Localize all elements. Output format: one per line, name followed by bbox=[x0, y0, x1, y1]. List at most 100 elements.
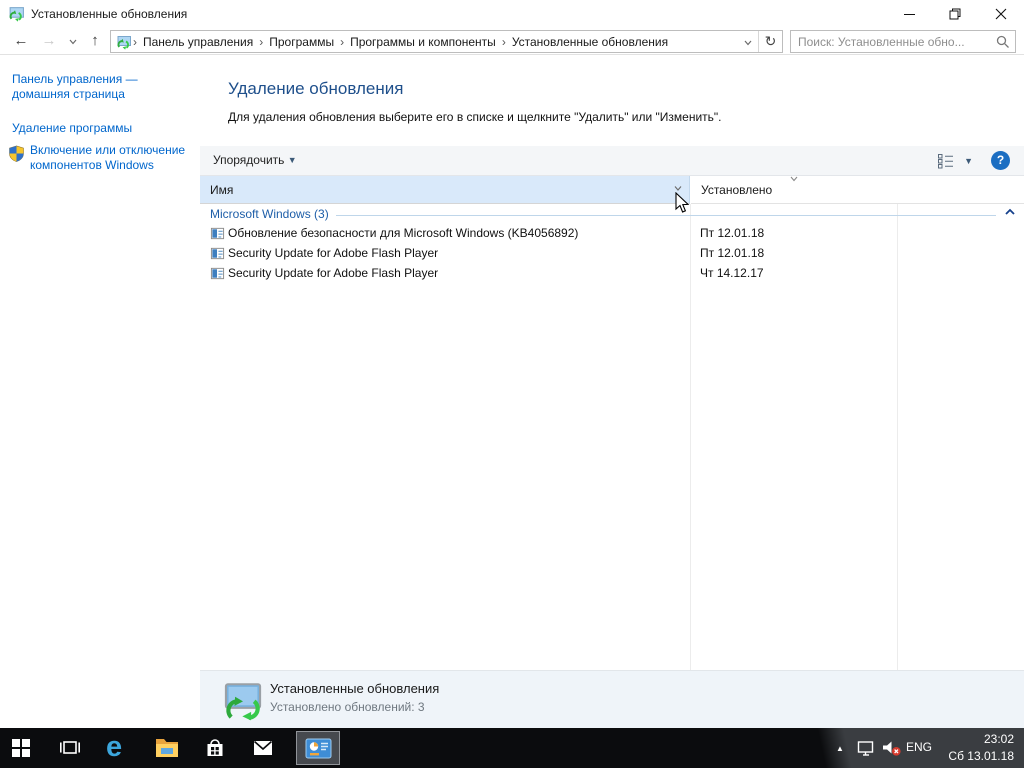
desktop-screen: Установленные обновления ← → ↑ › Панель … bbox=[0, 0, 1024, 768]
chevron-up-icon: ▲ bbox=[836, 744, 844, 753]
group-collapse-icon[interactable] bbox=[1004, 208, 1016, 216]
navigation-bar: ← → ↑ › Панель управления › Программы › … bbox=[0, 28, 1024, 55]
store-taskbar-button[interactable] bbox=[203, 736, 227, 760]
group-divider-line bbox=[336, 215, 996, 216]
restore-icon bbox=[949, 8, 961, 20]
update-name: Обновление безопасности для Microsoft Wi… bbox=[228, 226, 579, 240]
update-installed-date: Пт 12.01.18 bbox=[700, 226, 765, 240]
window-controls bbox=[886, 0, 1024, 28]
network-icon bbox=[857, 741, 874, 756]
update-row[interactable]: Security Update for Adobe Flash Player П… bbox=[200, 243, 894, 263]
update-installed-date: Чт 14.12.17 bbox=[700, 266, 764, 280]
column-label-name: Имя bbox=[210, 183, 234, 197]
view-options-dropdown[interactable]: ▼ bbox=[964, 156, 973, 166]
group-label: Microsoft Windows (3) bbox=[210, 207, 329, 221]
up-button[interactable]: ↑ bbox=[84, 30, 106, 52]
minimize-button[interactable] bbox=[886, 0, 932, 28]
windows-logo-icon bbox=[12, 739, 30, 757]
sidebar: Панель управления — домашняя страница Уд… bbox=[0, 55, 200, 728]
update-row[interactable]: Security Update for Adobe Flash Player Ч… bbox=[200, 263, 894, 283]
sidebar-item-windows-features[interactable]: Включение или отключение компонентов Win… bbox=[30, 143, 192, 173]
instruction-text: Для удаления обновления выберите его в с… bbox=[228, 110, 722, 124]
clock-date: Сб 13.01.18 bbox=[948, 749, 1014, 763]
network-tray-button[interactable] bbox=[856, 739, 876, 757]
search-icon[interactable] bbox=[996, 35, 1010, 49]
address-bar[interactable]: › Панель управления › Программы › Програ… bbox=[110, 30, 783, 53]
organize-label: Упорядочить bbox=[213, 153, 285, 167]
breadcrumb-control-panel[interactable]: Панель управления bbox=[138, 35, 258, 49]
titlebar: Установленные обновления bbox=[0, 0, 1024, 28]
search-input[interactable] bbox=[791, 31, 991, 52]
back-button[interactable]: ← bbox=[10, 30, 32, 52]
column-filter-chevron-icon[interactable] bbox=[673, 185, 683, 192]
installed-updates-large-icon bbox=[224, 683, 262, 721]
store-icon bbox=[207, 739, 223, 756]
clock-time: 23:02 bbox=[983, 732, 1014, 746]
file-explorer-icon bbox=[156, 739, 178, 757]
breadcrumb-location-icon bbox=[117, 35, 131, 50]
update-item-icon bbox=[210, 227, 225, 240]
task-view-button[interactable] bbox=[58, 737, 82, 759]
tray-show-hidden-button[interactable]: ▲ bbox=[836, 744, 844, 753]
address-dropdown-button[interactable] bbox=[738, 33, 758, 51]
group-header-microsoft-windows[interactable]: Microsoft Windows (3) bbox=[200, 205, 1024, 224]
update-installed-date: Пт 12.01.18 bbox=[700, 246, 765, 260]
update-name: Security Update for Adobe Flash Player bbox=[228, 266, 439, 280]
language-label: ENG bbox=[906, 740, 933, 754]
taskbar: e ▲ ENG 23:02 Сб 13.01.18 bbox=[0, 728, 1024, 768]
close-button[interactable] bbox=[978, 0, 1024, 28]
column-header-name[interactable]: Имя bbox=[200, 176, 690, 204]
details-view-icon[interactable] bbox=[937, 153, 955, 169]
details-subtitle: Установлено обновлений: 3 bbox=[270, 700, 425, 714]
column-header-empty bbox=[897, 176, 1024, 204]
update-item-icon bbox=[210, 267, 225, 280]
file-explorer-taskbar-button[interactable] bbox=[154, 736, 180, 758]
sidebar-item-control-panel-home[interactable]: Панель управления — домашняя страница bbox=[12, 72, 188, 102]
uac-shield-icon bbox=[9, 145, 24, 162]
chevron-down-icon bbox=[744, 40, 752, 45]
column-separator[interactable] bbox=[897, 204, 898, 670]
sort-descending-icon bbox=[790, 176, 798, 182]
installed-updates-icon bbox=[9, 7, 24, 22]
details-pane: Установленные обновления Установлено обн… bbox=[200, 670, 1024, 728]
breadcrumb-installed-updates[interactable]: Установленные обновления bbox=[507, 35, 673, 49]
volume-tray-button[interactable] bbox=[881, 740, 902, 757]
start-button[interactable] bbox=[12, 739, 30, 757]
organize-button[interactable]: Упорядочить ▼ bbox=[213, 153, 297, 167]
column-label-installed: Установлено bbox=[701, 183, 773, 197]
close-icon bbox=[995, 8, 1007, 20]
details-title: Установленные обновления bbox=[270, 681, 440, 696]
breadcrumb-programs[interactable]: Программы bbox=[264, 35, 339, 49]
chevron-down-icon bbox=[69, 39, 77, 45]
column-header-installed[interactable]: Установлено bbox=[691, 176, 897, 204]
clock[interactable]: 23:02 Сб 13.01.18 bbox=[948, 731, 1014, 765]
recent-pages-button[interactable] bbox=[62, 30, 84, 52]
chevron-down-icon: ▼ bbox=[287, 155, 297, 165]
sidebar-item-uninstall-program[interactable]: Удаление программы bbox=[12, 121, 188, 136]
edge-icon: e bbox=[106, 731, 123, 763]
breadcrumb-programs-features[interactable]: Программы и компоненты bbox=[345, 35, 501, 49]
window-title: Установленные обновления bbox=[31, 7, 188, 21]
refresh-icon: ↻ bbox=[764, 33, 777, 49]
refresh-button[interactable]: ↻ bbox=[758, 31, 782, 52]
search-box bbox=[790, 30, 1016, 53]
update-name: Security Update for Adobe Flash Player bbox=[228, 246, 439, 260]
installed-updates-taskbar-button[interactable] bbox=[296, 731, 340, 765]
control-panel-icon bbox=[305, 738, 331, 758]
update-item-icon bbox=[210, 247, 225, 260]
forward-button[interactable]: → bbox=[38, 30, 60, 52]
help-button[interactable]: ? bbox=[991, 151, 1010, 170]
restore-button[interactable] bbox=[932, 0, 978, 28]
minimize-icon bbox=[903, 13, 915, 15]
edge-taskbar-button[interactable]: e bbox=[106, 732, 122, 762]
address-bar-right: ↻ bbox=[738, 31, 782, 52]
update-row[interactable]: Обновление безопасности для Microsoft Wi… bbox=[200, 223, 894, 243]
command-toolbar: Упорядочить ▼ ▼ ? bbox=[200, 146, 1024, 176]
task-view-icon bbox=[60, 741, 80, 754]
mail-taskbar-button[interactable] bbox=[251, 737, 275, 759]
page-title: Удаление обновления bbox=[228, 79, 404, 98]
language-indicator[interactable]: ENG bbox=[906, 740, 932, 754]
volume-muted-icon bbox=[883, 741, 901, 756]
main-pane: Удаление обновления Для удаления обновле… bbox=[200, 55, 1024, 728]
mail-icon bbox=[253, 740, 273, 755]
